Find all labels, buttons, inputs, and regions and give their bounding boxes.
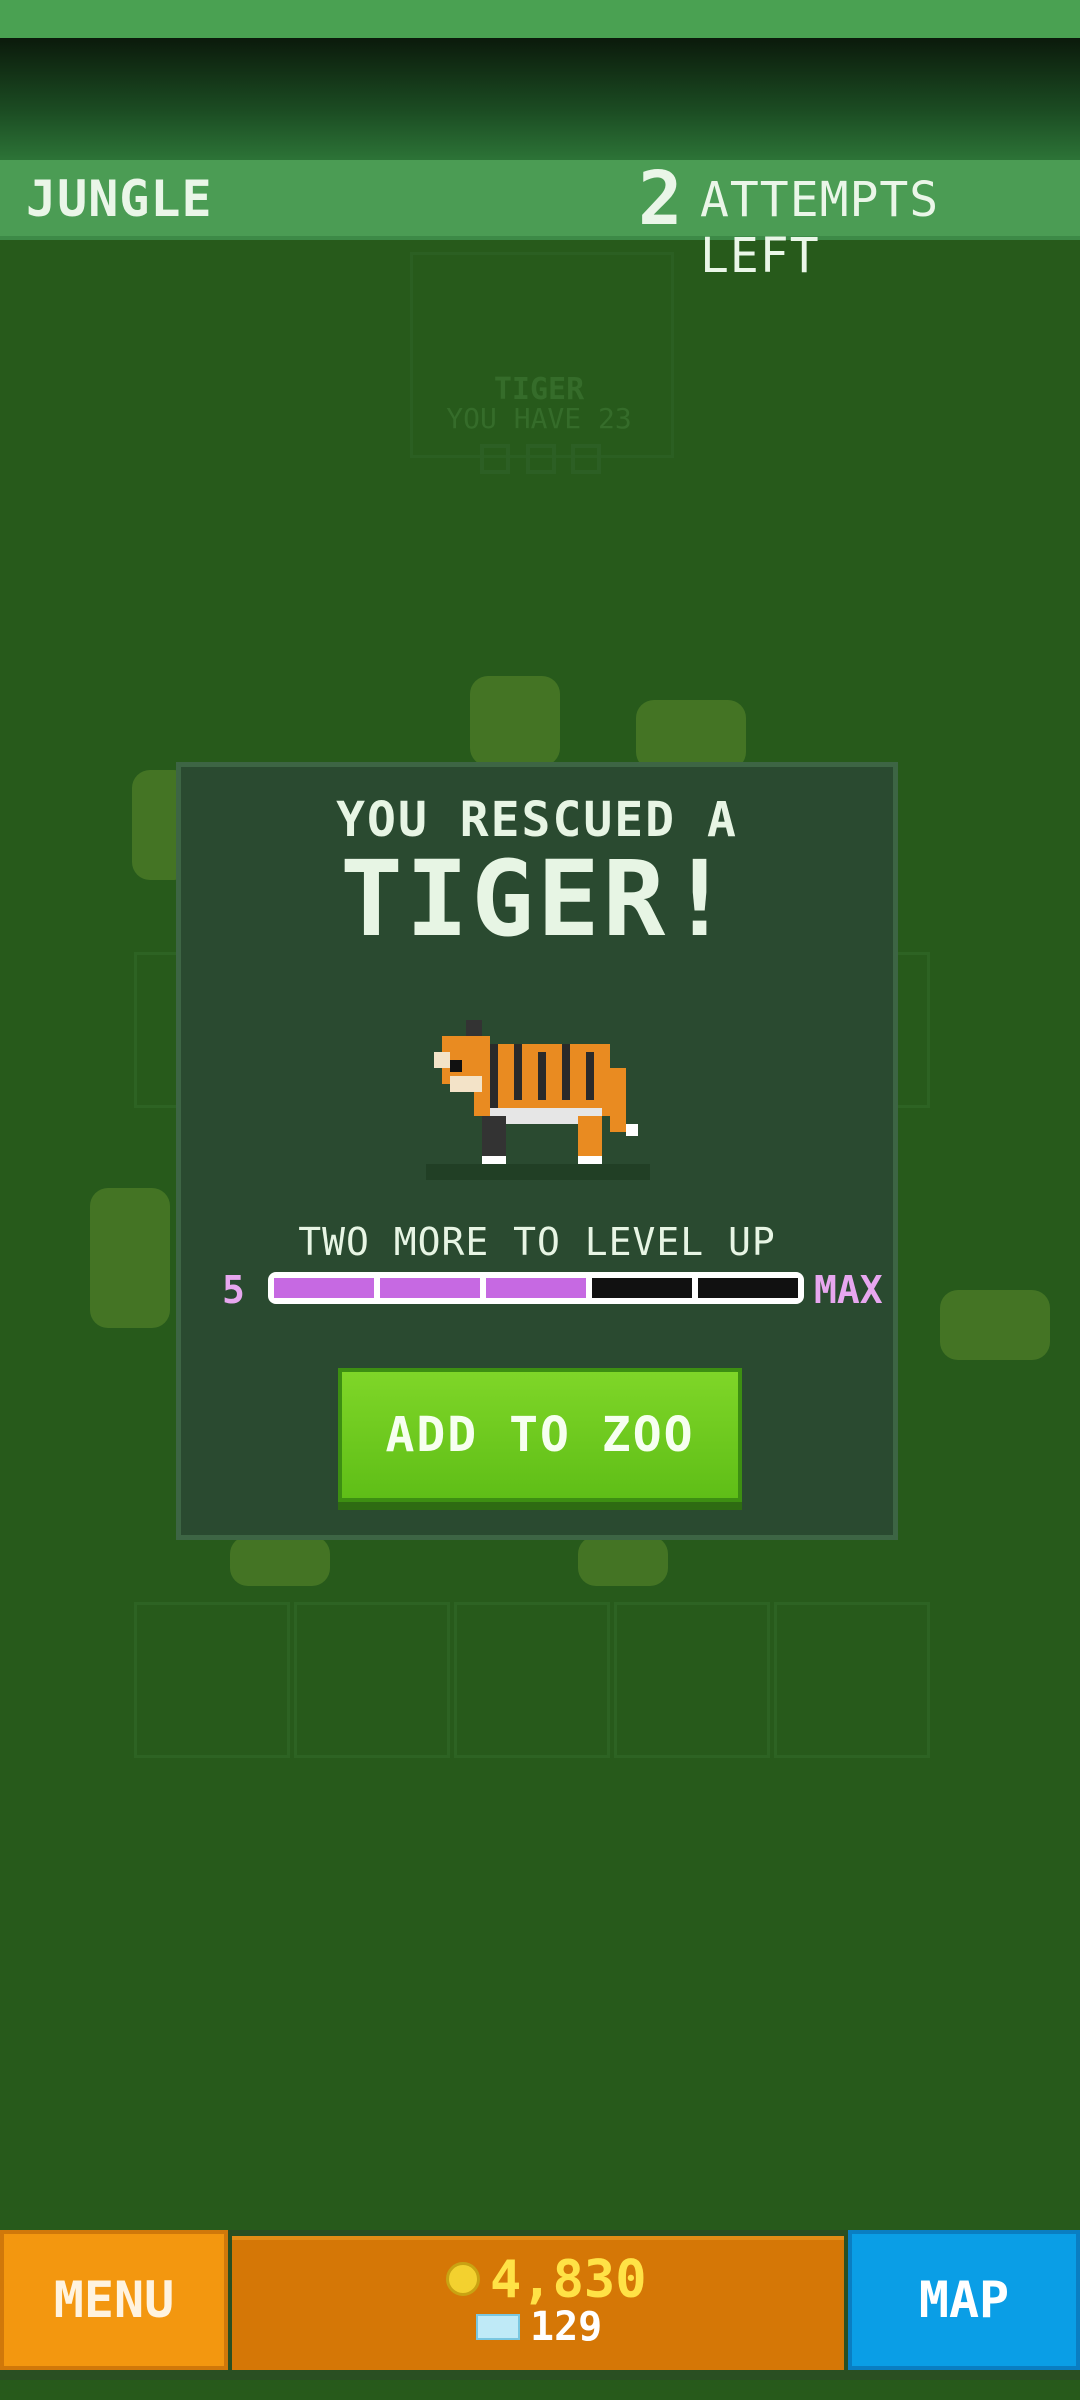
top-gradient-band — [0, 38, 1080, 168]
gem-icon — [476, 2314, 520, 2340]
slot-icon — [480, 444, 510, 474]
gem-count: 129 — [530, 2304, 603, 2350]
attempts-label: ATTEMPTS LEFT — [700, 172, 940, 284]
grid-cell — [774, 1602, 930, 1758]
coin-icon — [446, 2262, 480, 2296]
leaf-decoration — [90, 1188, 170, 1328]
level-name: JUNGLE — [26, 170, 213, 228]
grid-cell — [134, 1602, 290, 1758]
menu-button[interactable]: MENU — [0, 2230, 228, 2370]
progress-segment — [698, 1278, 798, 1298]
leaf-decoration — [578, 1536, 668, 1586]
background-card-subtitle: YOU HAVE 23 — [446, 402, 632, 435]
leaf-decoration — [470, 676, 560, 766]
status-bar — [0, 0, 1080, 38]
map-button[interactable]: MAP — [848, 2230, 1080, 2370]
grid-cell — [294, 1602, 450, 1758]
attempts-count: 2 — [638, 156, 683, 242]
add-to-zoo-button[interactable]: ADD TO ZOO — [338, 1368, 742, 1502]
progress-segment — [592, 1278, 692, 1298]
popup-title: TIGER! — [340, 838, 734, 960]
max-level-label: MAX — [814, 1268, 883, 1312]
leaf-decoration — [636, 700, 746, 770]
leaf-decoration — [230, 1536, 330, 1586]
progress-segment — [380, 1278, 480, 1298]
slot-icon — [525, 444, 556, 474]
coin-count: 4,830 — [490, 2250, 647, 2310]
grid-cell — [614, 1602, 770, 1758]
current-level: 5 — [222, 1268, 245, 1312]
leaf-decoration — [940, 1290, 1050, 1360]
progress-segment — [486, 1278, 586, 1298]
progress-segment — [274, 1278, 374, 1298]
level-progress-bar — [268, 1272, 804, 1304]
background-card-slots — [480, 444, 607, 478]
slot-icon — [571, 444, 602, 474]
grid-cell — [454, 1602, 610, 1758]
tiger-icon — [426, 1020, 650, 1180]
level-up-text: TWO MORE TO LEVEL UP — [298, 1220, 776, 1264]
